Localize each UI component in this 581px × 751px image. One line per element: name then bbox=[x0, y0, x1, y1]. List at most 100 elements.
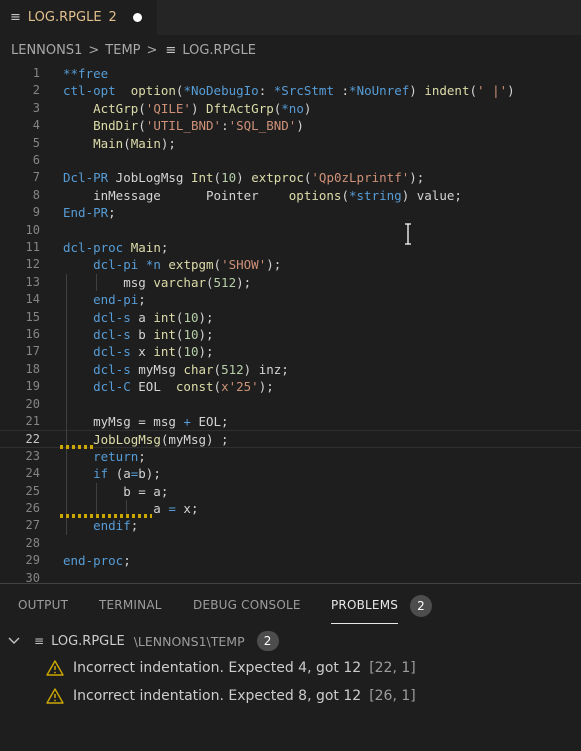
code-token: Main bbox=[130, 240, 161, 255]
chevron-right-icon: > bbox=[88, 42, 100, 58]
code-token: ); bbox=[160, 135, 176, 151]
code-editor[interactable]: 1 **free 2 ctl-opt option(*NoDebugIo: *SrcS… bbox=[0, 65, 581, 583]
file-lines-icon: ≡ bbox=[165, 42, 177, 58]
problems-file-node[interactable]: ≡ LOG.RPGLE \LENNONS1\TEMP 2 bbox=[0, 629, 581, 653]
line-number: 27 bbox=[25, 518, 40, 533]
line-number: 16 bbox=[25, 327, 40, 341]
code-text: dcl-s myMsg char(512) inz; bbox=[63, 361, 289, 378]
breadcrumb-folder-lennons1[interactable]: LENNONS1 bbox=[11, 43, 82, 58]
code-text: ctl-opt option(*NoDebugIo: *SrcStmt :*No… bbox=[63, 82, 515, 99]
code-line[interactable]: 24 if (a=b); bbox=[0, 465, 581, 482]
code-line[interactable]: 30 bbox=[0, 570, 581, 583]
line-number: 5 bbox=[32, 135, 40, 150]
indent-guide bbox=[66, 273, 67, 535]
code-token: 10 bbox=[221, 170, 237, 186]
problem-location: [26, 1] bbox=[369, 688, 416, 704]
code-token: *NoUnref bbox=[349, 83, 410, 99]
editor-tab-bar: ≡ LOG.RPGLE 2 bbox=[0, 0, 581, 35]
code-token: dcl-s bbox=[93, 327, 131, 342]
code-line[interactable]: 4 BndDir('UTIL_BND':'SQL_BND') bbox=[0, 117, 581, 134]
code-line[interactable]: 18 dcl-s myMsg char(512) inz; bbox=[0, 361, 581, 378]
line-number: 18 bbox=[25, 361, 40, 376]
code-token: myMsg bbox=[130, 361, 184, 377]
code-line[interactable]: 15 dcl-s a int(10); bbox=[0, 309, 581, 326]
code-token: end-proc bbox=[63, 553, 124, 569]
code-token: ( bbox=[123, 135, 131, 151]
code-line[interactable]: 21 myMsg = msg + EOL; bbox=[0, 413, 581, 430]
code-token: JobLogMsg bbox=[108, 170, 191, 186]
code-line[interactable]: 16 dcl-s b int(10); bbox=[0, 326, 581, 343]
code-line[interactable]: 5 Main(Main); bbox=[0, 135, 581, 152]
problem-item[interactable]: Incorrect indentation. Expected 4, got 1… bbox=[0, 655, 581, 681]
code-line[interactable]: 7 Dcl-PR JobLogMsg Int(10) extproc('Qp0zL… bbox=[0, 169, 581, 186]
line-number: 12 bbox=[25, 257, 40, 272]
warning-icon bbox=[46, 688, 64, 704]
code-line[interactable]: 13 msg varchar(512); bbox=[0, 274, 581, 291]
code-line[interactable]: 25 b = a; bbox=[0, 483, 581, 500]
code-token: 512 bbox=[213, 274, 237, 290]
code-line[interactable]: 11 dcl-proc Main; bbox=[0, 239, 581, 256]
code-text: inMessage Pointer options(*string) value… bbox=[63, 187, 462, 204]
code-line[interactable]: 28 bbox=[0, 535, 581, 552]
code-line[interactable]: 12 dcl-pi *n extpgm('SHOW'); bbox=[0, 256, 581, 273]
tab-problems[interactable]: PROBLEMS bbox=[331, 598, 399, 624]
code-line[interactable]: 20 bbox=[0, 396, 581, 413]
modified-dot-icon[interactable] bbox=[132, 13, 142, 22]
line-number: 21 bbox=[25, 414, 40, 428]
code-token: a bbox=[130, 309, 154, 325]
code-token: ; bbox=[108, 205, 116, 221]
code-token: ) bbox=[409, 83, 425, 99]
breadcrumb-file[interactable]: LOG.RPGLE bbox=[182, 43, 256, 58]
code-token: ) bbox=[303, 100, 312, 116]
problem-item[interactable]: Incorrect indentation. Expected 8, got 1… bbox=[0, 683, 581, 709]
breadcrumb-folder-temp[interactable]: TEMP bbox=[105, 43, 140, 58]
code-line[interactable]: 10 bbox=[0, 222, 581, 239]
code-line[interactable]: 29 end-proc; bbox=[0, 552, 581, 569]
code-token: ' |' bbox=[477, 83, 508, 99]
code-token: ); bbox=[198, 327, 214, 342]
code-text: end-pi; bbox=[63, 291, 146, 308]
code-token: (a bbox=[108, 466, 131, 482]
line-number: 22 bbox=[25, 432, 40, 447]
file-lines-icon: ≡ bbox=[34, 634, 45, 648]
line-number: 23 bbox=[25, 448, 40, 463]
tab-debug-console[interactable]: DEBUG CONSOLE bbox=[193, 598, 301, 612]
code-line[interactable]: 3 ActGrp('QILE') DftActGrp(*no) bbox=[0, 100, 581, 117]
problem-message: Incorrect indentation. Expected 8, got 1… bbox=[73, 688, 362, 704]
code-token: EOL; bbox=[190, 414, 229, 429]
code-token: b); bbox=[138, 466, 161, 482]
code-line[interactable]: 9 End-PR; bbox=[0, 204, 581, 221]
code-token: 10 bbox=[183, 327, 199, 342]
tab-terminal[interactable]: TERMINAL bbox=[99, 598, 162, 612]
code-line[interactable]: 27 endif; bbox=[0, 517, 581, 534]
menu-lines-icon: ≡ bbox=[10, 10, 21, 25]
breadcrumb: LENNONS1 > TEMP > ≡ LOG.RPGLE bbox=[0, 35, 581, 65]
code-token: myMsg = msg bbox=[63, 414, 184, 429]
code-token: int bbox=[153, 309, 176, 325]
code-token: EOL bbox=[130, 379, 176, 395]
code-line[interactable]: 2 ctl-opt option(*NoDebugIo: *SrcStmt :*N… bbox=[0, 82, 581, 99]
code-line[interactable]: 17 dcl-s x int(10); bbox=[0, 343, 581, 360]
code-line[interactable]: 1 **free bbox=[0, 65, 581, 82]
code-token: msg bbox=[63, 274, 154, 290]
code-line[interactable]: 14 end-pi; bbox=[0, 291, 581, 308]
code-line[interactable]: 8 inMessage Pointer options(*string) val… bbox=[0, 187, 581, 204]
tab-output[interactable]: OUTPUT bbox=[18, 598, 68, 612]
code-line[interactable]: 23 return; bbox=[0, 448, 581, 465]
code-token: 'QILE' bbox=[145, 100, 191, 116]
code-line[interactable]: 6 bbox=[0, 152, 581, 169]
line-number: 20 bbox=[25, 396, 40, 411]
tab-log-rpgle[interactable]: ≡ LOG.RPGLE 2 bbox=[0, 0, 157, 35]
code-line[interactable]: 19 dcl-C EOL const(x'25'); bbox=[0, 378, 581, 395]
warning-squiggle bbox=[60, 514, 152, 519]
code-token: *SrcStmt bbox=[273, 83, 334, 99]
chevron-down-icon[interactable] bbox=[8, 635, 22, 648]
code-token: : bbox=[333, 83, 350, 99]
code-token: ); bbox=[236, 274, 252, 290]
code-text: BndDir('UTIL_BND':'SQL_BND') bbox=[63, 117, 304, 134]
